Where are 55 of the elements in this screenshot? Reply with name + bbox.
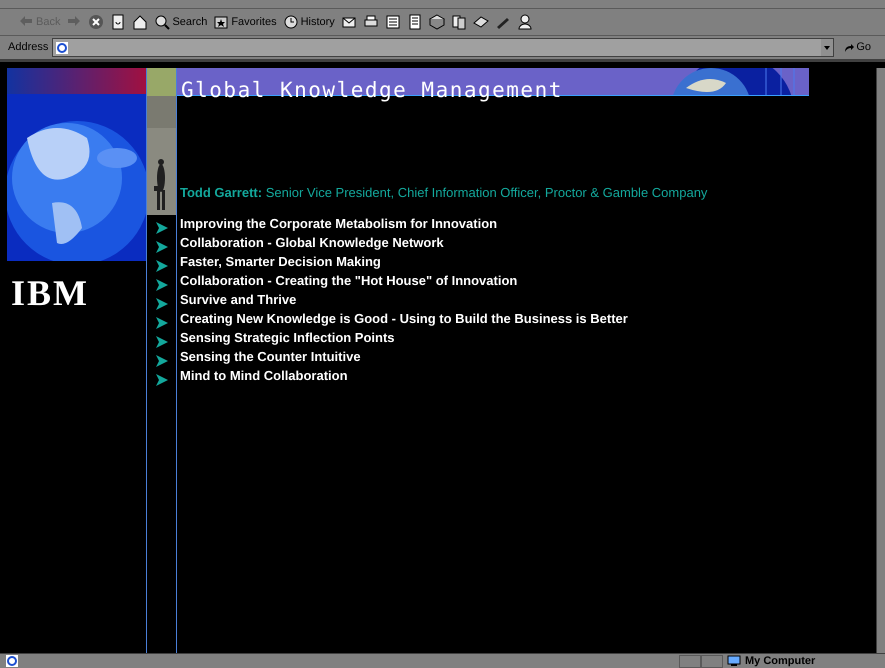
person-button[interactable]: [516, 14, 533, 30]
go-arrow-icon: [844, 42, 854, 52]
book-icon: [472, 14, 489, 30]
search-icon: [154, 14, 170, 30]
chevron-icon: [154, 240, 168, 254]
stop-icon: [88, 14, 104, 30]
address-field[interactable]: [52, 38, 834, 57]
person-icon: [516, 14, 533, 30]
topic-link[interactable]: Creating New Knowledge is Good - Using to Build the Business is Better: [180, 308, 628, 328]
chevron-icon: [154, 220, 168, 234]
go-button[interactable]: Go: [838, 39, 877, 56]
cube-icon: [428, 14, 445, 30]
page-icon: [6, 655, 18, 667]
dropdown-icon[interactable]: [821, 39, 834, 56]
logo: IBM: [11, 275, 90, 311]
topic-link[interactable]: Collaboration - Global Knowledge Network: [180, 232, 444, 252]
book-button[interactable]: [472, 14, 489, 30]
edit-button[interactable]: [384, 14, 401, 30]
chevron-icon: [154, 334, 168, 348]
chevron-icon: [154, 372, 168, 386]
status-pane: [679, 654, 701, 668]
history-button[interactable]: History: [282, 14, 335, 30]
document-icon: [384, 14, 401, 30]
page-icon: [406, 14, 423, 30]
computer-icon: [727, 655, 741, 667]
topic-link[interactable]: Survive and Thrive: [180, 290, 296, 308]
star-folder-icon: [213, 14, 230, 30]
page-icon: [55, 40, 70, 54]
topic-link[interactable]: Sensing Strategic Inflection Points: [180, 328, 395, 346]
chevron-icon: [154, 316, 168, 330]
scrollbar[interactable]: [876, 68, 885, 653]
clock-icon: [282, 14, 299, 30]
address-label: Address: [8, 40, 48, 56]
page-title: Global Knowledge Management: [181, 80, 563, 101]
home-icon: [132, 14, 148, 30]
topic-link[interactable]: Collaboration - Creating the "Hot House" of Innovation: [180, 270, 518, 290]
status-pane: [701, 654, 723, 668]
search-button[interactable]: Search: [154, 14, 208, 30]
documents-icon: [450, 14, 467, 30]
chevron-icon: [154, 354, 168, 368]
stop-button[interactable]: [88, 14, 104, 30]
chevron-icon: [154, 296, 168, 310]
security-zone: My Computer: [745, 656, 816, 666]
chevron-icon: [154, 278, 168, 292]
topic-link[interactable]: Mind to Mind Collaboration: [180, 366, 348, 384]
topic-link[interactable]: Improving the Corporate Metabolism for Innovation: [180, 214, 498, 232]
favorites-button[interactable]: Favorites: [213, 14, 277, 30]
box-button[interactable]: [428, 14, 445, 30]
topic-link[interactable]: Sensing the Counter Intuitive: [180, 346, 361, 366]
topic-link[interactable]: Faster, Smarter Decision Making: [180, 252, 381, 270]
home-button[interactable]: [132, 14, 148, 30]
doc-button[interactable]: [450, 14, 467, 30]
chevron-icon: [154, 258, 168, 272]
speaker-line: Todd Garrett: Senior Vice President, Chief Information Officer, Proctor & Gamble Company: [180, 184, 708, 202]
page-button[interactable]: [406, 14, 423, 30]
